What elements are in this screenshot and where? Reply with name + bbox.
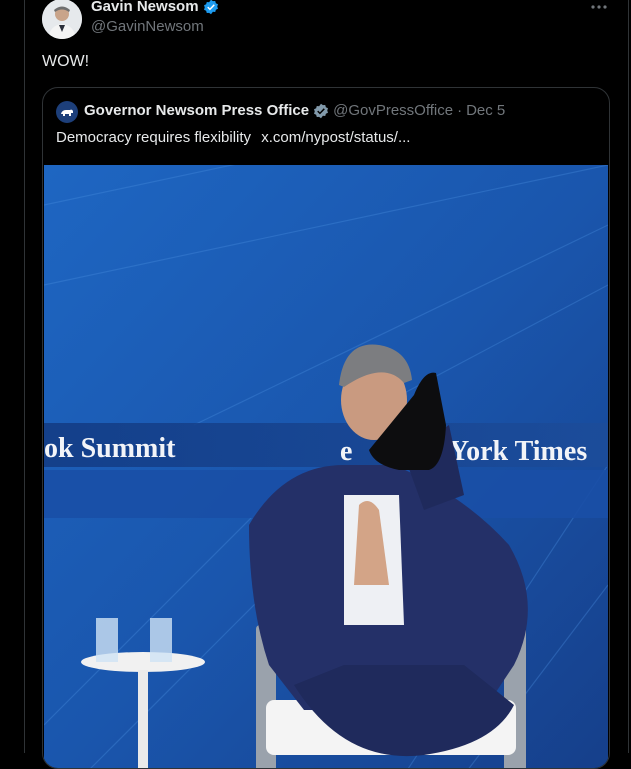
quote-author-handle[interactable]: @GovPressOffice — [333, 102, 453, 119]
state-bear-icon — [61, 109, 73, 116]
more-horizontal-icon[interactable] — [588, 0, 610, 18]
quote-author-name[interactable]: Governor Newsom Press Office — [84, 102, 309, 119]
banner-right-text: York Times — [449, 436, 587, 467]
verified-badge-gray-icon — [314, 103, 329, 118]
author-handle[interactable]: @GavinNewsom — [91, 18, 204, 35]
quoted-tweet-card[interactable]: Governor Newsom Press Office @GovPressOf… — [42, 87, 610, 769]
water-glass-left — [96, 618, 118, 662]
quote-body: Democracy requires flexibility — [56, 129, 252, 146]
water-glass-right — [150, 618, 172, 662]
author-avatar[interactable] — [42, 0, 82, 39]
column-border-left — [24, 0, 25, 753]
quote-author-avatar[interactable] — [56, 101, 78, 123]
quote-media-image[interactable]: ok Summit York Times e — [44, 165, 608, 768]
quote-text: Democracy requires flexibility x.com/nyp… — [56, 129, 410, 146]
quote-separator: · — [457, 102, 463, 119]
quote-header: Governor Newsom Press Office @GovPressOf… — [84, 102, 505, 119]
author-name[interactable]: Gavin Newsom — [91, 0, 199, 15]
author-name-row[interactable]: Gavin Newsom — [91, 0, 219, 15]
quote-date[interactable]: Dec 5 — [466, 102, 505, 119]
tweet-text: WOW! — [42, 53, 90, 70]
verified-badge-icon — [203, 0, 218, 14]
quote-link[interactable]: x.com/nypost/status/... — [261, 129, 410, 146]
banner-right-prefix: e — [340, 436, 352, 467]
banner-left-text: ok Summit — [44, 433, 176, 464]
column-border-right — [628, 0, 629, 753]
